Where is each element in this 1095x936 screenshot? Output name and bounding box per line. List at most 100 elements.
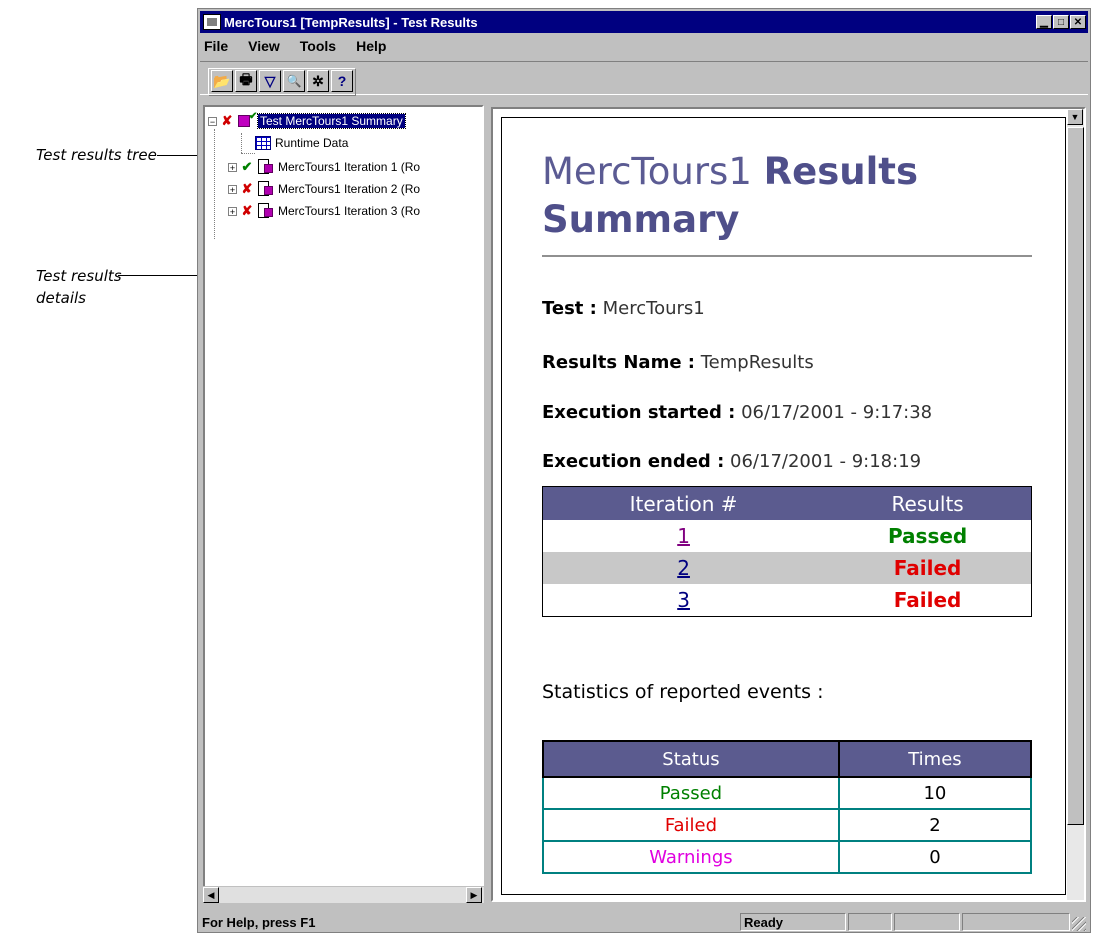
iteration-icon — [256, 159, 274, 175]
iteration-link[interactable]: 1 — [677, 524, 690, 548]
menu-file[interactable]: File — [200, 38, 234, 54]
results-name-info: Results Name : TempResults — [542, 352, 814, 373]
collapse-icon[interactable]: − — [208, 116, 217, 126]
iterations-table: Iteration # Results 1 Passed 2 Failed 3 … — [542, 486, 1032, 617]
scroll-thumb[interactable] — [1067, 127, 1084, 825]
iteration-cell: 2 — [542, 552, 825, 584]
print-icon[interactable]: 🖶 — [235, 70, 257, 92]
window-title: MercTours1 [TempResults] - Test Results — [224, 14, 478, 30]
test-value: MercTours1 — [602, 298, 705, 319]
table-row: Failed 2 — [542, 808, 1033, 842]
status-panel — [894, 913, 960, 931]
status-cell: Warnings — [542, 840, 840, 874]
tree-item-summary[interactable]: − ✘ ✔ Test MercTours1 Summary — [208, 111, 406, 131]
tree-horizontal-scrollbar[interactable]: ◀ ▶ — [203, 886, 484, 903]
test-summary-icon: ✔ — [236, 111, 257, 129]
runtime-data-icon — [255, 136, 271, 150]
status-panel — [848, 913, 892, 931]
passed-icon: ✔ — [241, 159, 253, 174]
result-cell: Failed — [893, 588, 962, 612]
failed-icon: ✘ — [241, 181, 253, 196]
iteration-cell: 1 — [543, 520, 825, 552]
tree-item-label: Test MercTours1 Summary — [257, 113, 406, 129]
status-panel — [962, 913, 1070, 931]
menu-tools[interactable]: Tools — [294, 38, 342, 54]
tree-item-label: MercTours1 Iteration 3 (Ro — [278, 204, 421, 218]
expand-icon[interactable]: + — [228, 184, 237, 194]
results-summary-document: MercTours1 Results Summary Test : MercTo… — [501, 117, 1066, 895]
status-help-text: For Help, press F1 — [202, 914, 316, 930]
details-vertical-scrollbar[interactable]: ▲ ▼ — [1067, 109, 1084, 900]
execution-started-label: Execution started : — [542, 402, 736, 423]
minimize-button[interactable]: ▁ — [1036, 15, 1052, 29]
iteration-cell: 3 — [543, 584, 825, 617]
close-button[interactable]: ✕ — [1070, 15, 1086, 29]
times-cell: 10 — [837, 776, 1033, 810]
window-controls: ▁ □ ✕ — [1035, 15, 1086, 29]
callout-details-label-1: Test results — [36, 267, 122, 285]
execution-ended-value: 06/17/2001 - 9:18:19 — [730, 451, 922, 472]
menu-view[interactable]: View — [242, 38, 286, 54]
times-cell: 2 — [837, 808, 1033, 842]
tree-item-iteration-1[interactable]: + ✔ MercTours1 Iteration 1 (Ro — [228, 157, 420, 177]
filter-icon[interactable]: ▽ — [259, 70, 281, 92]
tree-item-label: MercTours1 Iteration 2 (Ro — [278, 182, 421, 196]
status-bar: For Help, press F1 Ready — [200, 912, 1088, 932]
resize-grip-icon[interactable] — [1072, 917, 1086, 931]
result-cell: Passed — [887, 524, 968, 548]
tree-item-iteration-2[interactable]: + ✘ MercTours1 Iteration 2 (Ro — [228, 179, 420, 199]
tree-item-label: MercTours1 Iteration 1 (Ro — [278, 160, 421, 174]
execution-ended-label: Execution ended : — [542, 451, 725, 472]
result-cell: Failed — [824, 552, 1032, 584]
table-header: Results — [824, 486, 1032, 520]
table-header: Iteration # — [542, 486, 825, 520]
toolbar-buttons: 📂 🖶 ▽ 🔍 ✲ ? — [208, 68, 356, 96]
debug-icon[interactable]: ✲ — [307, 70, 329, 92]
test-label: Test : — [542, 298, 597, 319]
open-folder-icon[interactable]: 📂 — [211, 70, 233, 92]
expand-icon[interactable]: + — [228, 206, 237, 216]
test-results-details: MercTours1 Results Summary Test : MercTo… — [491, 107, 1086, 902]
iteration-link[interactable]: 2 — [677, 556, 690, 580]
tree-connector — [241, 153, 255, 154]
tree-item-runtime-data[interactable]: Runtime Data — [255, 133, 348, 153]
callout-tree-label: Test results tree — [36, 146, 157, 164]
app-icon — [203, 14, 221, 30]
status-cell: Failed — [542, 808, 840, 842]
callout-details-label-2: details — [36, 289, 86, 307]
summary-title: MercTours1 Results Summary — [542, 148, 1022, 244]
scroll-down-icon[interactable]: ▼ — [1067, 109, 1083, 125]
scroll-left-icon[interactable]: ◀ — [203, 887, 219, 903]
help-icon[interactable]: ? — [331, 70, 353, 92]
table-row: 1 Passed — [543, 520, 1032, 552]
table-row: 3 Failed — [543, 584, 1032, 617]
table-header-row: Iteration # Results — [542, 486, 1032, 520]
table-row: Warnings 0 — [542, 840, 1033, 874]
stats-heading: Statistics of reported events : — [542, 681, 824, 703]
title-bar[interactable]: MercTours1 [TempResults] - Test Results … — [200, 11, 1088, 33]
title-divider — [542, 255, 1032, 257]
test-results-tree[interactable]: − ✘ ✔ Test MercTours1 Summary Runtime Da… — [203, 105, 484, 902]
iteration-icon — [256, 203, 274, 219]
table-header: Status — [542, 740, 840, 778]
table-row: 2 Failed — [542, 552, 1032, 584]
toolbar: 📂 🖶 ▽ 🔍 ✲ ? — [200, 61, 1088, 96]
status-ready: Ready — [740, 913, 846, 931]
expand-icon[interactable]: + — [228, 162, 237, 172]
tree-connector — [241, 133, 242, 153]
statistics-table: Status Times Passed 10 Failed 2 Warnings… — [542, 740, 1033, 874]
table-header: Times — [837, 740, 1033, 778]
tree-item-iteration-3[interactable]: + ✘ MercTours1 Iteration 3 (Ro — [228, 201, 420, 221]
tree-connector — [214, 129, 215, 239]
menu-bar: File View Tools Help — [200, 35, 1088, 57]
table-row: Passed 10 — [542, 776, 1033, 810]
results-name-label: Results Name : — [542, 352, 695, 373]
test-info: Test : MercTours1 — [542, 298, 705, 319]
scroll-right-icon[interactable]: ▶ — [466, 887, 482, 903]
tree-item-label: Runtime Data — [275, 136, 349, 150]
test-results-window: MercTours1 [TempResults] - Test Results … — [197, 8, 1091, 933]
maximize-button[interactable]: □ — [1053, 15, 1069, 29]
menu-help[interactable]: Help — [350, 38, 392, 54]
iteration-link[interactable]: 3 — [677, 588, 690, 612]
find-icon[interactable]: 🔍 — [283, 70, 305, 92]
